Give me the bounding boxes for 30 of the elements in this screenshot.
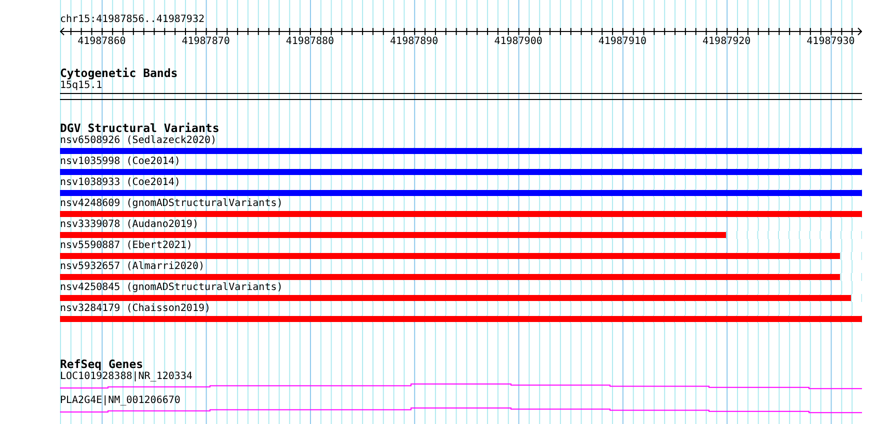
variant-label: nsv1035998 (Coe2014) (60, 156, 182, 168)
tick-label: 41987870 (182, 36, 230, 48)
variant-bar[interactable] (60, 253, 840, 259)
variant-label: nsv4250845 (gnomADStructuralVariants) (60, 282, 284, 294)
variant-bar[interactable] (60, 295, 851, 301)
variant-label: nsv1038933 (Coe2014) (60, 177, 182, 189)
tick-label: 41987910 (598, 36, 647, 48)
gene-model-drawing[interactable] (60, 408, 862, 414)
variant-bar[interactable] (60, 232, 726, 238)
track-title: Cytogenetic Bands (60, 67, 179, 80)
variant-label: nsv6508926 (Sedlazeck2020) (60, 135, 218, 147)
gene-model-drawing[interactable] (60, 384, 862, 390)
variant-label: nsv4248609 (gnomADStructuralVariants) (60, 198, 284, 210)
tick-label: 41987890 (390, 36, 438, 48)
variant-label: nsv3284179 (Chaisson2019) (60, 303, 212, 315)
band-label: 15q15.1 (60, 80, 104, 92)
track-title: DGV Structural Variants (60, 122, 220, 135)
variant-bar[interactable] (60, 274, 840, 280)
variant-label: nsv5932657 (Almarri2020) (60, 261, 206, 273)
variant-label: nsv3339078 (Audano2019) (60, 219, 200, 231)
tick-label: 41987880 (286, 36, 334, 48)
gene-label: LOC101928388|NR_120334 (60, 371, 194, 383)
tick-label: 41987900 (494, 36, 542, 48)
gene-label: PLA2G4E|NM_001206670 (60, 395, 182, 407)
location-label: chr15:41987856..41987932 (60, 14, 206, 26)
tick-label: 41987930 (806, 36, 855, 48)
tick-label: 41987920 (702, 36, 751, 48)
tick-label: 41987860 (78, 36, 126, 48)
track-title: RefSeq Genes (60, 358, 144, 371)
variant-label: nsv5590887 (Ebert2021) (60, 240, 194, 252)
